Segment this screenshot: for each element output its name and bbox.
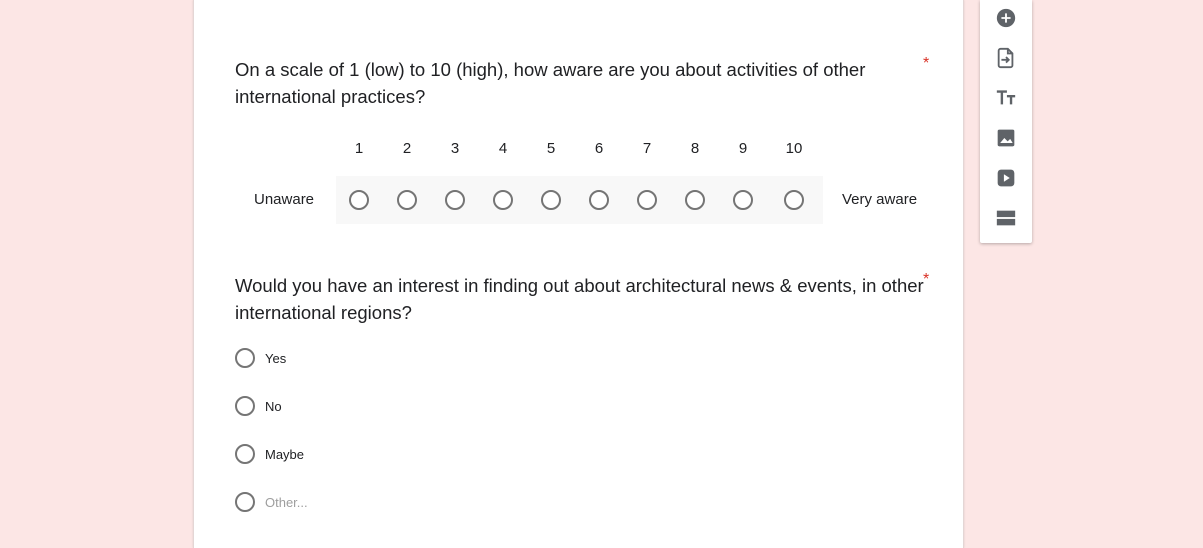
required-asterisk: * bbox=[923, 55, 930, 72]
scale-number-10: 10 bbox=[785, 140, 803, 157]
scale-high-label: Very aware bbox=[842, 191, 918, 208]
add-section-icon[interactable] bbox=[994, 206, 1018, 230]
scale-radio-3[interactable] bbox=[445, 190, 465, 210]
scale-radio-5[interactable] bbox=[541, 190, 561, 210]
scale-numbers: 1 2 3 4 5 6 7 8 9 10 bbox=[194, 140, 963, 164]
scale-radio-9[interactable] bbox=[733, 190, 753, 210]
scale-radio-6[interactable] bbox=[589, 190, 609, 210]
radio-button[interactable] bbox=[235, 396, 255, 416]
scale-number-1: 1 bbox=[354, 140, 364, 157]
scale-number-9: 9 bbox=[738, 140, 748, 157]
scale-number-7: 7 bbox=[642, 140, 652, 157]
scale-number-3: 3 bbox=[450, 140, 460, 157]
scale-number-5: 5 bbox=[546, 140, 556, 157]
scale-radio-7[interactable] bbox=[637, 190, 657, 210]
scale-radio-10[interactable] bbox=[784, 190, 804, 210]
scale-number-8: 8 bbox=[690, 140, 700, 157]
scale-radio-2[interactable] bbox=[397, 190, 417, 210]
scale-low-label: Unaware bbox=[254, 191, 315, 208]
add-question-icon[interactable] bbox=[994, 6, 1018, 30]
import-questions-icon[interactable] bbox=[994, 46, 1018, 70]
option-no[interactable]: No bbox=[235, 394, 282, 418]
option-label: No bbox=[265, 398, 282, 414]
option-label-other: Other... bbox=[265, 494, 308, 510]
radio-button[interactable] bbox=[235, 492, 255, 512]
scale-number-6: 6 bbox=[594, 140, 604, 157]
scale-radio-1[interactable] bbox=[349, 190, 369, 210]
question-title-interest: Would you have an interest in finding ou… bbox=[235, 275, 924, 323]
required-asterisk: * bbox=[923, 271, 930, 288]
option-yes[interactable]: Yes bbox=[235, 346, 286, 370]
form-card: On a scale of 1 (low) to 10 (high), how … bbox=[193, 0, 964, 548]
scale-number-4: 4 bbox=[498, 140, 508, 157]
option-maybe[interactable]: Maybe bbox=[235, 442, 304, 466]
radio-button[interactable] bbox=[235, 444, 255, 464]
scale-radio-8[interactable] bbox=[685, 190, 705, 210]
radio-button[interactable] bbox=[235, 348, 255, 368]
floating-toolbar bbox=[980, 0, 1032, 243]
add-image-icon[interactable] bbox=[994, 126, 1018, 150]
option-label: Maybe bbox=[265, 446, 305, 462]
option-other[interactable]: Other... bbox=[235, 490, 308, 514]
option-label: Yes bbox=[265, 350, 287, 366]
scale-number-2: 2 bbox=[402, 140, 412, 157]
question-title-awareness: On a scale of 1 (low) to 10 (high), how … bbox=[235, 59, 866, 107]
add-title-icon[interactable] bbox=[994, 86, 1018, 110]
add-video-icon[interactable] bbox=[994, 166, 1018, 190]
scale-radio-row bbox=[336, 176, 823, 224]
scale-radio-4[interactable] bbox=[493, 190, 513, 210]
